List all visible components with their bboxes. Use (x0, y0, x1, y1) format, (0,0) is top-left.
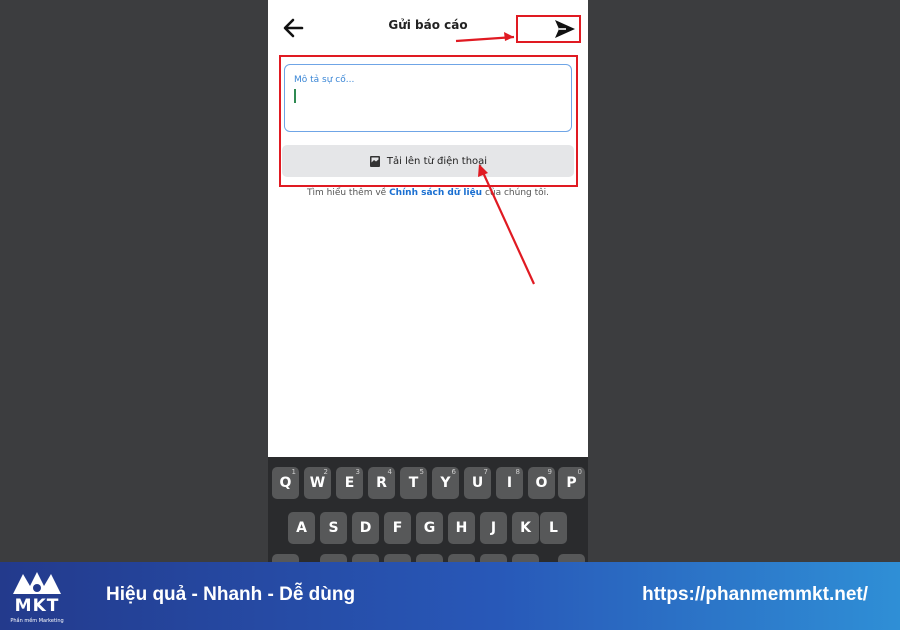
key-f[interactable]: F (384, 512, 411, 544)
slogan: Hiệu quả - Nhanh - Dễ dùng (106, 584, 356, 605)
key-j[interactable]: J (480, 512, 507, 544)
form-highlight-box (279, 55, 578, 187)
key-k[interactable]: K (512, 512, 539, 544)
send-highlight-box (516, 15, 581, 43)
mkt-logo: MKT Phần mềm Marketing (6, 566, 68, 628)
policy-text: Tìm hiểu thêm về Chính sách dữ liệu của … (268, 188, 588, 198)
key-p[interactable]: P0 (558, 467, 585, 499)
logo-text: MKT (14, 596, 60, 616)
brand-footer: MKT Phần mềm Marketing Hiệu quả - Nhanh … (0, 562, 900, 630)
key-o[interactable]: O9 (528, 467, 555, 499)
keyboard: Q1 W2 E3 R4 T5 Y6 U7 I8 O9 P0 A S D F G … (268, 457, 588, 566)
key-t[interactable]: T5 (400, 467, 427, 499)
logo-subtitle: Phần mềm Marketing (10, 618, 64, 624)
key-g[interactable]: G (416, 512, 443, 544)
key-d[interactable]: D (352, 512, 379, 544)
key-e[interactable]: E3 (336, 467, 363, 499)
key-h[interactable]: H (448, 512, 475, 544)
policy-suffix: của chúng tôi. (482, 188, 549, 198)
logo-mark-icon (13, 572, 61, 594)
key-r[interactable]: R4 (368, 467, 395, 499)
key-l[interactable]: L (540, 512, 567, 544)
key-s[interactable]: S (320, 512, 347, 544)
key-u[interactable]: U7 (464, 467, 491, 499)
key-y[interactable]: Y6 (432, 467, 459, 499)
policy-prefix: Tìm hiểu thêm về (307, 188, 390, 198)
key-a[interactable]: A (288, 512, 315, 544)
key-q[interactable]: Q1 (272, 467, 299, 499)
key-w[interactable]: W2 (304, 467, 331, 499)
data-policy-link[interactable]: Chính sách dữ liệu (389, 188, 482, 198)
key-i[interactable]: I8 (496, 467, 523, 499)
website-url[interactable]: https://phanmemmkt.net/ (642, 584, 868, 606)
